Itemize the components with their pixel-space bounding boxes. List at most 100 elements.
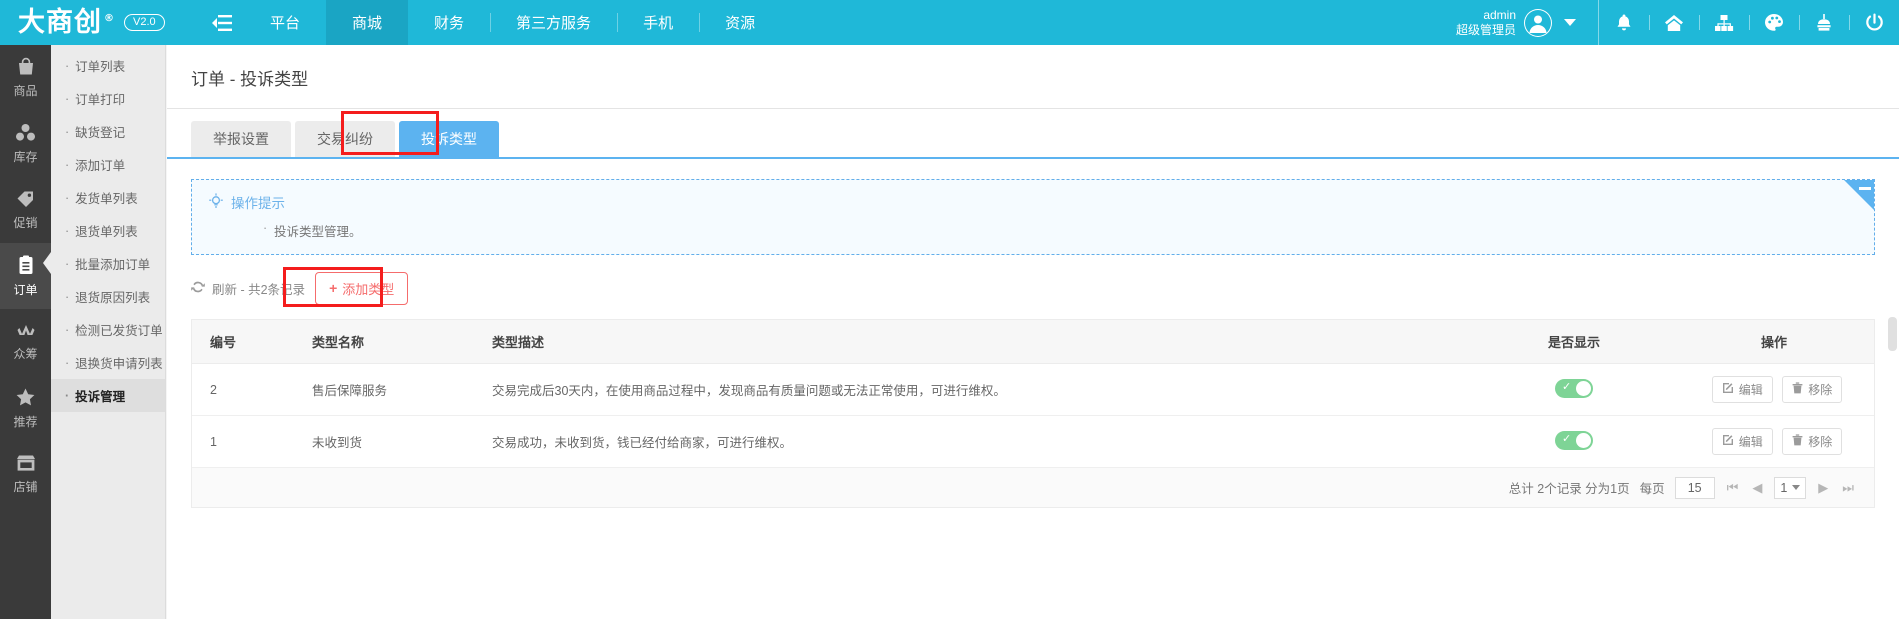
remove-label: 移除 (1808, 435, 1833, 449)
tip-title: 操作提示 (231, 196, 285, 211)
last-page-icon[interactable]: ⏭ (1840, 480, 1856, 496)
column-header-name: 类型名称 (312, 320, 492, 364)
chevron-down-icon[interactable] (1564, 19, 1576, 26)
sidebar-item-return-list[interactable]: 退货单列表 (51, 214, 165, 247)
main-content: 订单 - 投诉类型 举报设置 交易纠纷 投诉类型 操作提示 投诉类型管理。 刷新… (167, 45, 1899, 619)
trash-icon (1792, 382, 1803, 397)
nav-item-platform[interactable]: 平台 (244, 0, 326, 45)
sidebar-item-exchange-requests[interactable]: 退换货申请列表 (51, 346, 165, 379)
boxes-icon (15, 123, 36, 145)
edit-button[interactable]: 编辑 (1711, 428, 1773, 455)
show-toggle[interactable]: ✓ (1555, 430, 1593, 450)
nav-item-resources[interactable]: 资源 (699, 0, 781, 45)
home-icon[interactable] (1649, 0, 1699, 45)
orders-submenu: 订单列表 订单打印 缺货登记 添加订单 发货单列表 退货单列表 批量添加订单 退… (43, 45, 166, 619)
tab-trade-dispute[interactable]: 交易纠纷 (295, 121, 395, 157)
next-page-icon[interactable]: ▶ (1816, 480, 1830, 496)
cell-name: 售后保障服务 (312, 363, 492, 416)
cell-operations: 编辑 移除 (1674, 363, 1874, 416)
page-title: 订单 - 投诉类型 (167, 45, 1899, 109)
complaint-type-table-wrap: 编号 类型名称 类型描述 是否显示 操作 2 售后保障服务 交易完成后30天内，… (191, 319, 1875, 468)
nav-item-mall[interactable]: 商城 (326, 0, 409, 45)
edit-label: 编辑 (1738, 435, 1763, 449)
tip-list-item: 投诉类型管理。 (263, 221, 1858, 240)
user-menu[interactable]: admin 超级管理员 (1456, 0, 1598, 45)
remove-button[interactable]: 移除 (1782, 428, 1843, 455)
page-select[interactable]: 1 (1774, 476, 1807, 499)
tip-list: 投诉类型管理。 (234, 221, 1858, 240)
table-head: 编号 类型名称 类型描述 是否显示 操作 (192, 320, 1874, 364)
nav-item-mobile[interactable]: 手机 (617, 0, 699, 45)
brand-logo[interactable]: 大商创 ® V2.0 (0, 0, 200, 45)
module-item-inventory[interactable]: 库存 (0, 111, 51, 177)
avatar[interactable] (1524, 8, 1552, 37)
module-label: 众筹 (13, 346, 38, 361)
broom-icon[interactable] (1799, 0, 1849, 45)
sitemap-icon[interactable] (1699, 0, 1749, 45)
scrollbar-thumb[interactable] (1888, 317, 1897, 351)
sidebar-item-stockout-register[interactable]: 缺货登记 (51, 115, 165, 148)
nav-item-third-party[interactable]: 第三方服务 (490, 0, 617, 45)
header-icon-group (1598, 0, 1899, 45)
table-toolbar: 刷新 - 共2条记录 + 添加类型 (191, 267, 1875, 307)
nav-item-finance[interactable]: 财务 (408, 0, 490, 45)
plus-icon: + (329, 280, 338, 296)
show-toggle[interactable]: ✓ (1555, 378, 1593, 398)
cell-show: ✓ (1474, 363, 1674, 416)
tab-bar: 举报设置 交易纠纷 投诉类型 (167, 109, 1899, 159)
cell-operations: 编辑 移除 (1674, 415, 1874, 468)
tab-complaint-type[interactable]: 投诉类型 (399, 121, 499, 157)
palette-icon[interactable] (1749, 0, 1799, 45)
per-page-input[interactable]: 15 (1674, 476, 1715, 499)
operation-tip-box: 操作提示 投诉类型管理。 (191, 179, 1875, 255)
module-item-promotion[interactable]: 促销 (0, 177, 51, 243)
refresh-icon (191, 280, 205, 297)
tip-header: 操作提示 (208, 192, 1858, 212)
module-label: 库存 (13, 150, 38, 164)
power-icon[interactable] (1849, 0, 1899, 45)
header-right-area: admin 超级管理员 (1456, 0, 1899, 45)
lightbulb-icon (208, 192, 224, 212)
logo-label: 大商创 (18, 7, 102, 38)
cell-id: 2 (192, 363, 312, 416)
module-item-crowdfunding[interactable]: 众筹 (0, 309, 51, 375)
user-role-name: 超级管理员 (1455, 22, 1516, 37)
minus-icon (1859, 187, 1871, 190)
remove-button[interactable]: 移除 (1782, 376, 1843, 403)
module-item-goods[interactable]: 商品 (0, 45, 51, 111)
tags-icon (15, 189, 36, 211)
prev-page-icon[interactable]: ◀ (1750, 480, 1764, 496)
toggle-knob (1576, 380, 1591, 396)
logo-text: 大商创 ® (18, 9, 115, 36)
collapse-menu-icon[interactable] (200, 0, 244, 45)
user-names: admin 超级管理员 (1456, 8, 1516, 38)
module-item-recommend[interactable]: 推荐 (0, 375, 51, 441)
check-icon: ✓ (1562, 432, 1572, 445)
edit-button[interactable]: 编辑 (1711, 376, 1773, 403)
table-body: 2 售后保障服务 交易完成后30天内，在使用商品过程中，发现商品有质量问题或无法… (192, 363, 1874, 468)
sidebar-item-order-print[interactable]: 订单打印 (51, 82, 165, 115)
bell-icon[interactable] (1599, 0, 1649, 45)
shop-icon (15, 454, 37, 475)
refresh-button[interactable]: 刷新 - 共2条记录 (191, 279, 305, 298)
sidebar-item-return-reason-list[interactable]: 退货原因列表 (51, 280, 165, 313)
module-item-shop[interactable]: 店铺 (0, 441, 51, 507)
star-icon (15, 387, 36, 410)
sidebar-item-order-list[interactable]: 订单列表 (51, 49, 165, 82)
sidebar-item-check-shipped-orders[interactable]: 检测已发货订单 (51, 313, 165, 346)
cell-id: 1 (192, 415, 312, 468)
tab-report-settings[interactable]: 举报设置 (191, 121, 291, 157)
first-page-icon[interactable]: ⏮ (1725, 480, 1741, 496)
sidebar-item-add-order[interactable]: 添加订单 (51, 148, 165, 181)
sidebar-item-batch-add-order[interactable]: 批量添加订单 (51, 247, 165, 280)
cell-show: ✓ (1474, 415, 1674, 468)
module-item-orders[interactable]: 订单 (0, 243, 51, 309)
edit-icon (1722, 434, 1734, 449)
edit-label: 编辑 (1738, 383, 1763, 397)
version-badge: V2.0 (124, 13, 165, 32)
sidebar-item-complaint-management[interactable]: 投诉管理 (51, 379, 165, 412)
module-label: 订单 (13, 282, 38, 297)
module-label: 店铺 (13, 479, 38, 494)
sidebar-item-shipment-list[interactable]: 发货单列表 (51, 181, 165, 214)
add-type-button[interactable]: + 添加类型 (315, 271, 409, 305)
